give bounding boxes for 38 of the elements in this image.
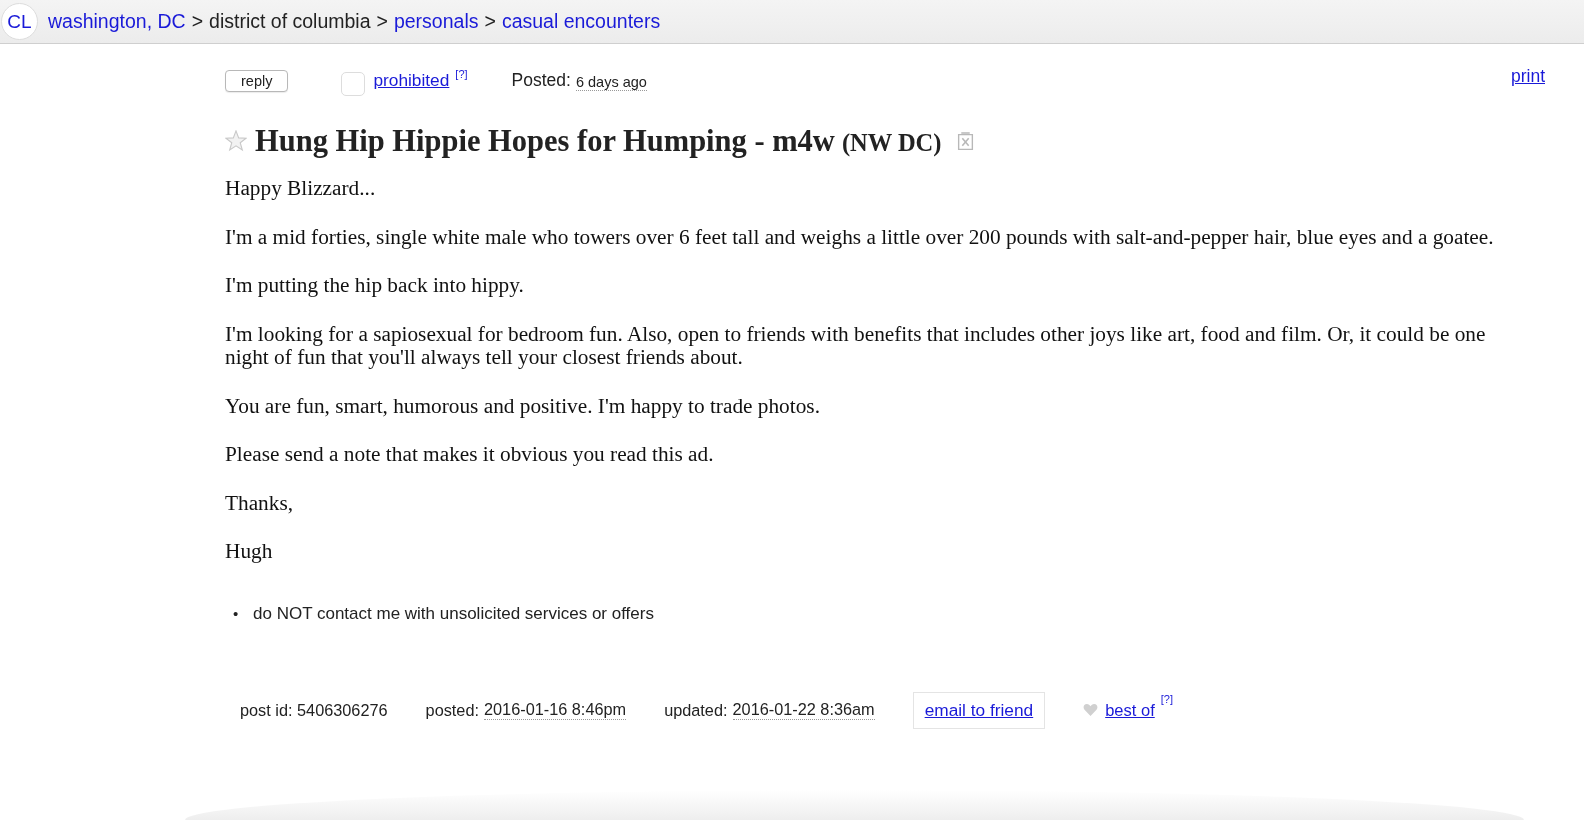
posted-time: 6 days ago	[575, 73, 647, 91]
notice-item: do NOT contact me with unsolicited services or offers	[253, 602, 654, 624]
post-title: Hung Hip Hippie Hopes for Humping - m4w	[255, 123, 835, 159]
breadcrumb-separator: >	[484, 10, 496, 33]
print-link[interactable]: print	[1510, 66, 1545, 87]
body-paragraph: You are fun, smart, humorous and positive. I'm happy to trade photos.	[225, 394, 821, 418]
body-paragraph: Hugh	[225, 540, 274, 564]
help-link[interactable]: [?]	[1160, 691, 1173, 706]
prohibited-link[interactable]: prohibited	[373, 70, 450, 91]
updated-label: updated:	[664, 700, 728, 720]
updated-date: 2016-01-22 8:36am	[732, 700, 875, 720]
reply-button[interactable]: reply	[225, 69, 289, 92]
email-to-friend-button[interactable]: email to friend	[912, 691, 1046, 729]
hide-x-icon[interactable]	[957, 131, 975, 151]
body-paragraph: I'm a mid forties, single white male who towers over 6 feet tall and weighs a little over 200 pounds with salt-and-pepper hair, blue eyes and a goatee.	[225, 225, 1495, 249]
breadcrumb-separator: >	[376, 10, 388, 33]
breadcrumb-link[interactable]: casual encounters	[501, 10, 661, 33]
body-paragraph: I'm putting the hip back into hippy.	[225, 274, 525, 298]
posted-date: 2016-01-16 8:46pm	[484, 700, 627, 720]
bullet-marker: •	[233, 603, 240, 624]
posted-label: posted:	[425, 700, 479, 720]
breadcrumb-link[interactable]: personals	[393, 10, 479, 33]
breadcrumb-separator: >	[191, 10, 204, 33]
logo-link[interactable]: CL	[1, 3, 38, 40]
post-id: post id: 5406306276	[240, 700, 388, 720]
help-link[interactable]: [?]	[455, 67, 468, 81]
flag-checkbox[interactable]	[341, 71, 366, 96]
body-paragraph: I'm looking for a sapiosexual for bedroom fun. Also, open to friends with benefits that includes other joys like art, food and film. Or, it could be one night of fun that you'll always tell your closest friends about.	[225, 322, 1487, 370]
favorite-star-icon[interactable]	[225, 130, 247, 152]
body-paragraph: Thanks,	[225, 491, 295, 515]
body-paragraph: Happy Blizzard...	[225, 177, 377, 201]
breadcrumb-link[interactable]: washington, DC	[48, 10, 186, 33]
posted-label: Posted:	[511, 70, 571, 91]
breadcrumb-text: district of columbia	[209, 10, 371, 33]
best-of-link[interactable]: best of	[1105, 700, 1155, 720]
post-location: (NW DC)	[841, 129, 942, 157]
heart-icon[interactable]	[1083, 703, 1099, 717]
body-paragraph: Please send a note that makes it obvious you read this ad.	[225, 443, 715, 467]
